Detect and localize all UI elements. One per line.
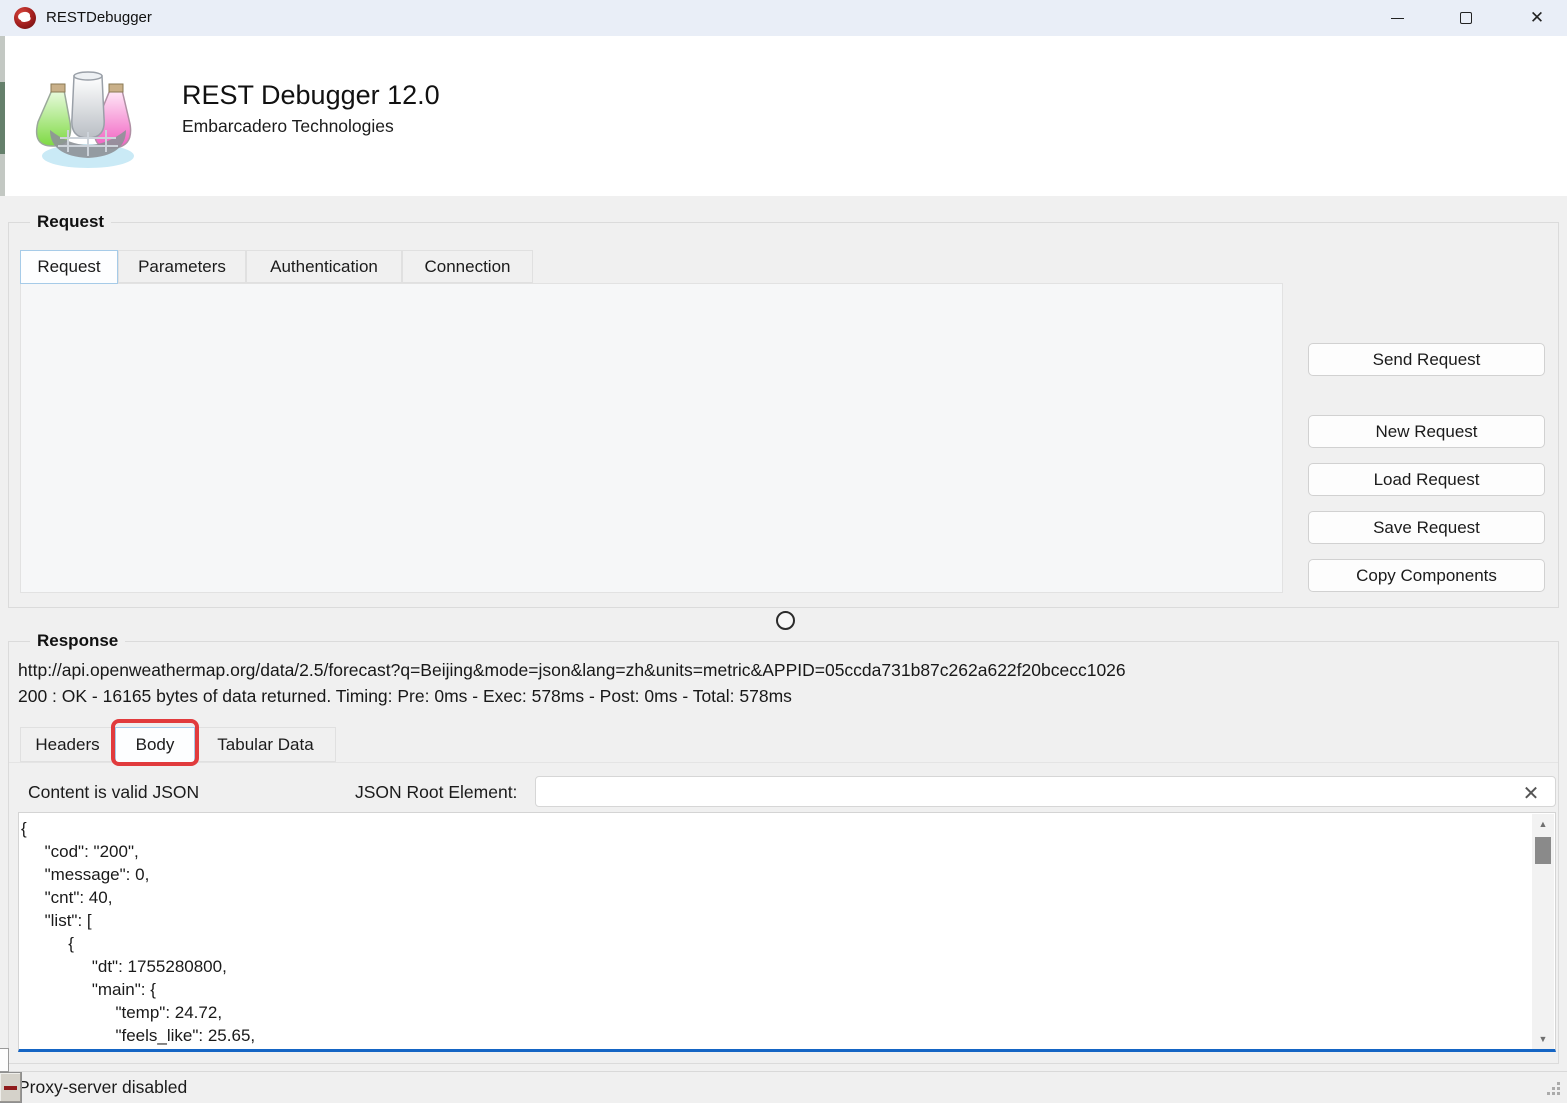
response-group-label: Response xyxy=(30,630,125,651)
vertical-scrollbar[interactable]: ▲ ▼ xyxy=(1532,814,1554,1050)
resize-grip[interactable] xyxy=(1547,1082,1561,1096)
json-line: "cod": "200", xyxy=(21,840,1529,863)
close-icon: ✕ xyxy=(1530,8,1544,28)
tab-tabular-data[interactable]: Tabular Data xyxy=(195,727,336,762)
main-area: Request Request Parameters Authenticatio… xyxy=(0,196,1567,1071)
minimize-icon xyxy=(1391,18,1404,19)
tab-authentication[interactable]: Authentication xyxy=(246,250,402,283)
window-title: RESTDebugger xyxy=(46,0,152,36)
send-request-button[interactable]: Send Request xyxy=(1308,343,1545,376)
response-request-url: http://api.openweathermap.org/data/2.5/f… xyxy=(18,660,1126,681)
rest-debugger-logo xyxy=(30,60,146,172)
response-body-memo[interactable]: { "cod": "200", "message": 0, "cnt": 40,… xyxy=(18,812,1556,1052)
app-vendor: Embarcadero Technologies xyxy=(182,116,394,137)
tab-headers[interactable]: Headers xyxy=(20,727,115,762)
request-tab-panel xyxy=(20,283,1283,593)
request-group-label: Request xyxy=(30,211,111,232)
maximize-button[interactable] xyxy=(1443,0,1489,36)
json-line: { xyxy=(21,817,1529,840)
tab-request[interactable]: Request xyxy=(20,250,118,284)
tab-parameters[interactable]: Parameters xyxy=(118,250,246,283)
copy-components-button[interactable]: Copy Components xyxy=(1308,559,1545,592)
json-line: "dt": 1755280800, xyxy=(21,955,1529,978)
overlay-minimize-button[interactable] xyxy=(0,1072,22,1103)
app-header: REST Debugger 12.0 Embarcadero Technolog… xyxy=(0,36,1567,196)
json-root-element-label: JSON Root Element: xyxy=(355,782,517,803)
maximize-icon xyxy=(1460,12,1472,24)
app-title: REST Debugger 12.0 xyxy=(182,80,440,111)
response-tab-divider xyxy=(9,762,1558,763)
json-root-element-input[interactable] xyxy=(535,776,1556,807)
load-request-button[interactable]: Load Request xyxy=(1308,463,1545,496)
splitter-handle[interactable] xyxy=(776,611,795,630)
tab-body[interactable]: Body xyxy=(115,727,195,763)
json-root-clear-button[interactable]: ✕ xyxy=(1516,778,1546,808)
response-status-line: 200 : OK - 16165 bytes of data returned.… xyxy=(18,686,792,707)
content-validity-label: Content is valid JSON xyxy=(28,782,199,803)
save-request-button[interactable]: Save Request xyxy=(1308,511,1545,544)
clear-icon: ✕ xyxy=(1523,781,1540,806)
json-line: "feels_like": 25.65, xyxy=(21,1024,1529,1047)
status-text: Proxy-server disabled xyxy=(18,1077,187,1098)
json-line: "main": { xyxy=(21,978,1529,1001)
json-line: "message": 0, xyxy=(21,863,1529,886)
tab-connection[interactable]: Connection xyxy=(402,250,533,283)
json-line: "temp_min": 23.47 xyxy=(21,1047,1529,1052)
embarcadero-icon xyxy=(14,7,36,29)
minimize-icon xyxy=(4,1086,17,1090)
json-line: "temp": 24.72, xyxy=(21,1001,1529,1024)
background-window-fragment xyxy=(0,1048,9,1072)
json-line: { xyxy=(21,932,1529,955)
title-bar[interactable]: RESTDebugger ✕ xyxy=(0,0,1567,36)
status-bar: Proxy-server disabled xyxy=(0,1071,1567,1103)
json-line: "cnt": 40, xyxy=(21,886,1529,909)
json-body-text: { "cod": "200", "message": 0, "cnt": 40,… xyxy=(19,813,1531,1052)
json-line: "list": [ xyxy=(21,909,1529,932)
minimize-button[interactable] xyxy=(1374,0,1420,36)
scrollbar-thumb[interactable] xyxy=(1535,837,1551,864)
scroll-down-icon[interactable]: ▼ xyxy=(1532,1031,1554,1048)
app-window: RESTDebugger ✕ xyxy=(0,0,1567,1103)
close-button[interactable]: ✕ xyxy=(1514,0,1560,36)
scroll-up-icon[interactable]: ▲ xyxy=(1532,816,1554,833)
new-request-button[interactable]: New Request xyxy=(1308,415,1545,448)
